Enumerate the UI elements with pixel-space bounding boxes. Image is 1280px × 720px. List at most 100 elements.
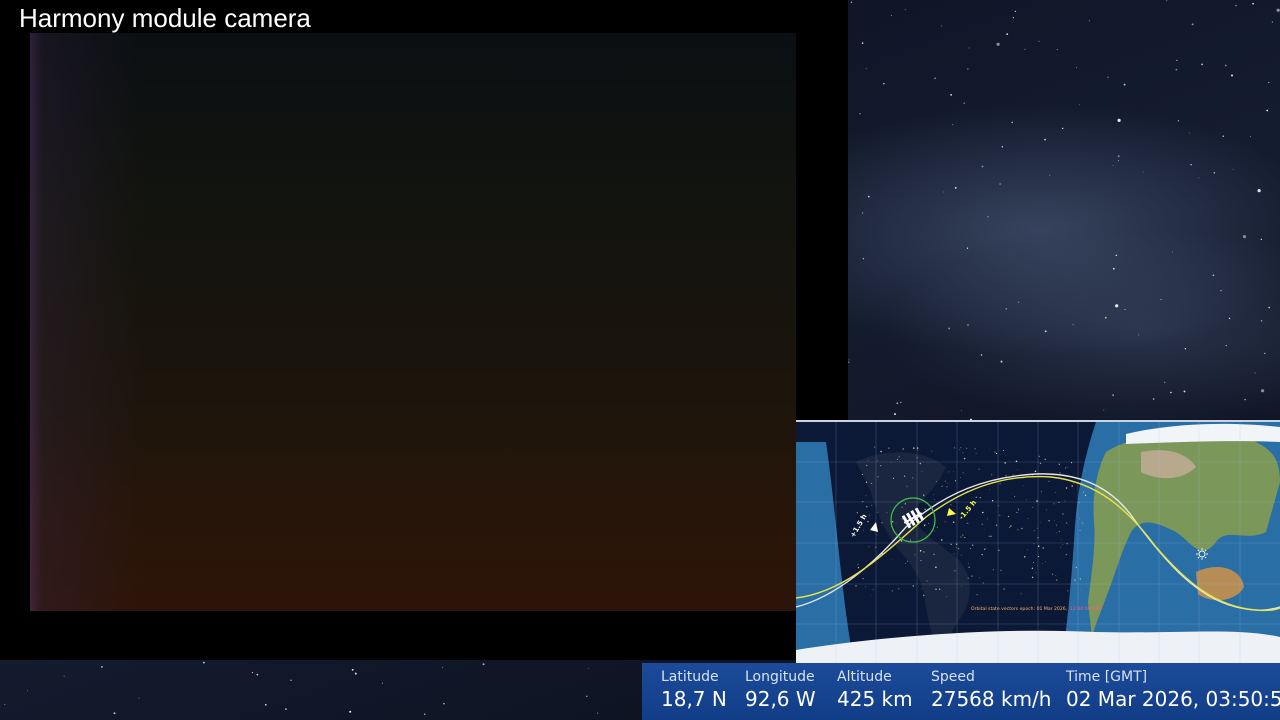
city-light (994, 451, 996, 453)
city-light (1044, 561, 1046, 562)
city-light (946, 486, 948, 488)
star (862, 258, 865, 260)
star (1260, 320, 1263, 322)
city-light (1022, 485, 1024, 487)
city-light (931, 450, 933, 452)
city-light (984, 528, 985, 530)
star (1201, 63, 1203, 66)
city-light (877, 460, 878, 461)
star (1198, 177, 1200, 179)
city-light (1055, 491, 1056, 493)
city-light (1026, 549, 1028, 551)
city-light (1073, 482, 1075, 484)
star (1044, 138, 1046, 141)
city-light (1027, 518, 1029, 519)
star (597, 712, 599, 714)
star (1115, 254, 1118, 257)
city-light (954, 480, 957, 482)
star (934, 77, 936, 80)
star (967, 324, 969, 326)
star (1062, 127, 1064, 130)
star (1104, 316, 1107, 319)
city-light (919, 550, 922, 552)
city-light (1073, 579, 1075, 581)
star (1078, 104, 1080, 106)
star (966, 247, 969, 249)
city-light (923, 594, 925, 596)
star (1117, 155, 1120, 158)
city-light (904, 503, 906, 505)
city-light (889, 507, 891, 508)
speed-value: 27568 km/h (931, 687, 1052, 711)
city-light (1037, 527, 1038, 529)
city-light (1031, 567, 1034, 570)
city-light (966, 447, 968, 449)
city-light (967, 577, 969, 579)
city-light (1037, 555, 1040, 558)
star (63, 675, 65, 677)
star (904, 9, 906, 11)
city-light (895, 523, 897, 524)
city-light (1065, 487, 1068, 489)
star (1123, 83, 1126, 86)
city-light (1015, 460, 1018, 463)
speed-readout: Speed 27568 km/h (931, 669, 1051, 713)
star (1252, 2, 1254, 5)
city-light (865, 586, 867, 588)
star (1142, 171, 1144, 173)
star (1228, 317, 1231, 320)
altitude-label: Altitude (837, 669, 892, 685)
star (290, 679, 292, 681)
city-light (946, 596, 948, 598)
star (1075, 67, 1077, 69)
city-light (1045, 509, 1047, 511)
city-light (1033, 543, 1035, 545)
city-light (1044, 458, 1046, 461)
city-light (1055, 575, 1057, 577)
star (1242, 235, 1247, 239)
star (1103, 409, 1105, 411)
city-light (913, 447, 915, 449)
city-light (1056, 524, 1057, 526)
city-light (866, 506, 868, 508)
city-light (969, 547, 971, 549)
city-light (1056, 579, 1058, 581)
city-light (1054, 520, 1056, 522)
city-light (977, 473, 978, 475)
iss-tracker-map: +1.5 h -1.5 h Orbital state vectors epoc… (796, 420, 1280, 665)
city-light (903, 475, 906, 477)
star (586, 695, 588, 697)
camera-title: Harmony module camera (19, 3, 311, 33)
star (1257, 189, 1261, 193)
star (848, 359, 850, 361)
city-light (960, 477, 961, 478)
city-light (1024, 556, 1026, 558)
star (284, 708, 287, 711)
city-light (990, 535, 992, 538)
star (900, 401, 902, 404)
city-light (1041, 563, 1043, 565)
city-light (1031, 507, 1033, 508)
altitude-value: 425 km (837, 687, 913, 711)
star (1072, 323, 1074, 326)
city-light (909, 539, 912, 541)
city-light (917, 449, 918, 451)
city-light (934, 499, 936, 500)
city-light (1000, 569, 1002, 572)
star (1138, 334, 1140, 336)
city-light (992, 569, 994, 571)
city-light (950, 504, 952, 506)
city-light (920, 559, 922, 562)
city-light (912, 585, 915, 587)
star (1176, 59, 1178, 61)
star (1177, 120, 1180, 122)
city-light (982, 511, 984, 514)
star (865, 68, 867, 70)
star (859, 113, 861, 115)
city-light (953, 471, 954, 473)
city-light (1025, 499, 1027, 501)
city-light (944, 521, 946, 523)
star (1088, 20, 1090, 22)
city-light (954, 569, 956, 572)
star (354, 672, 357, 675)
